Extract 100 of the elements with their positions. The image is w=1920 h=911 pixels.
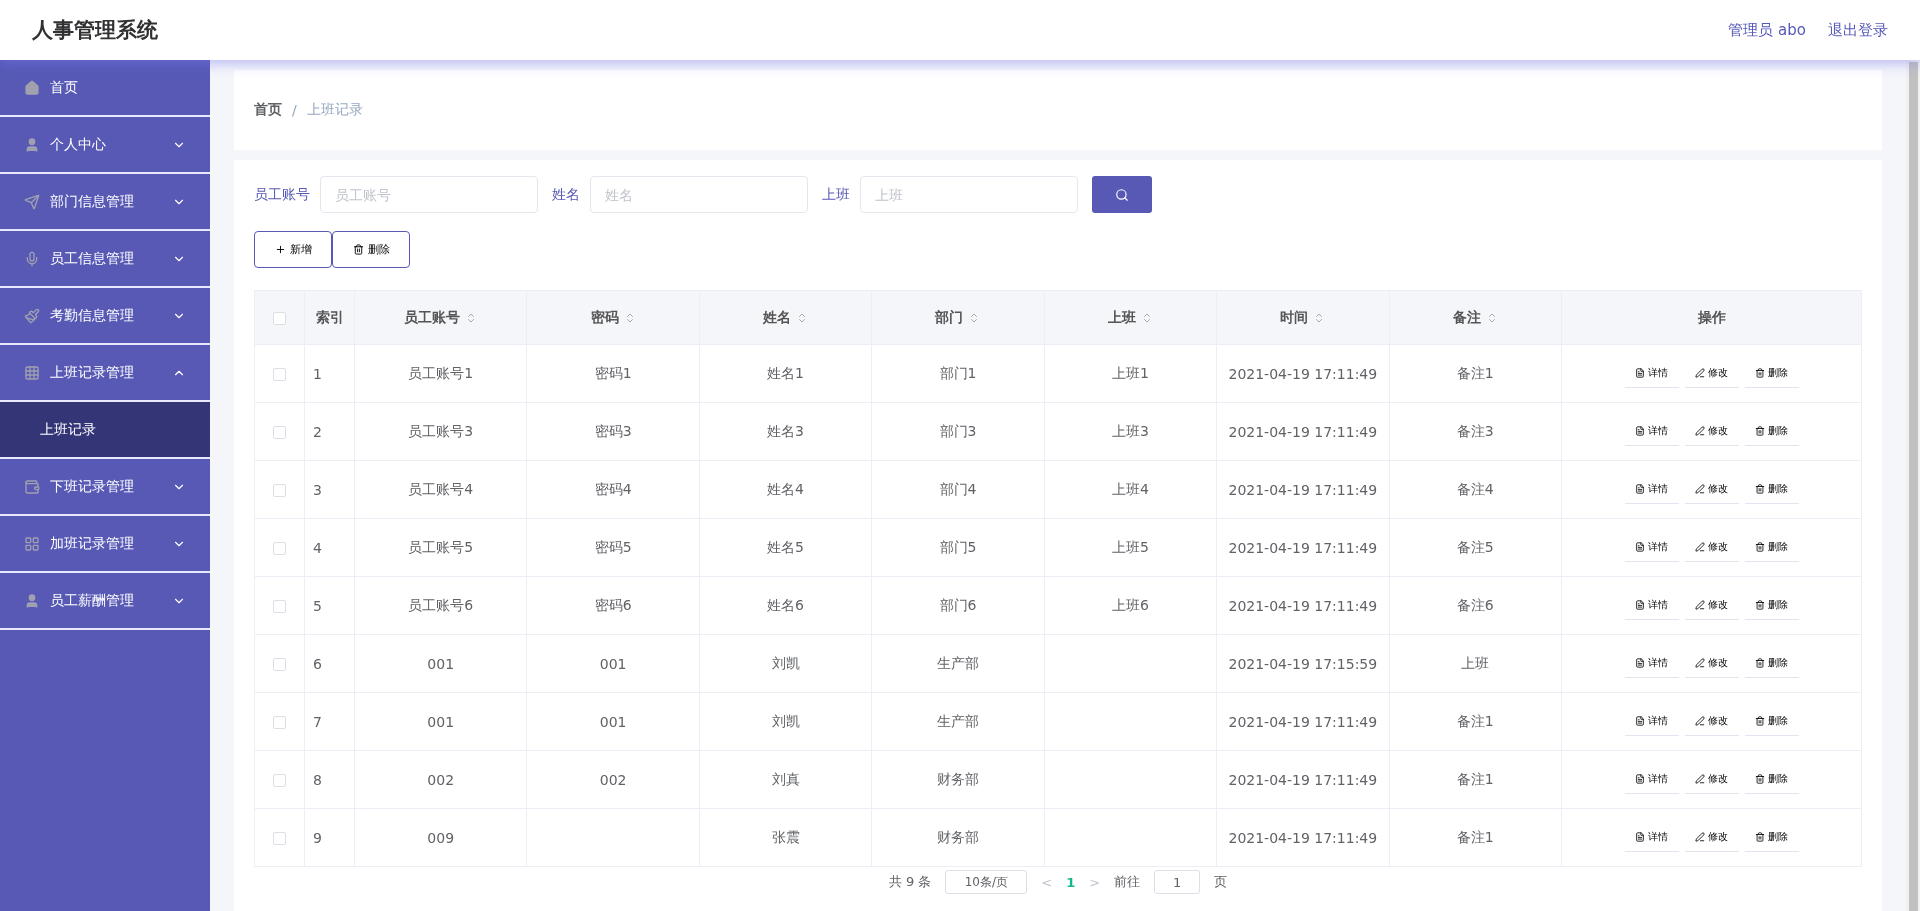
table-cell: 上班3	[1044, 402, 1217, 461]
table-cell: 2021-04-19 17:11:49	[1216, 402, 1390, 461]
table-cell: 财务部	[871, 750, 1045, 809]
add-button[interactable]: 新增	[254, 231, 332, 268]
trash-icon	[1755, 716, 1765, 726]
column-header[interactable]: 时间	[1216, 290, 1390, 345]
goto-label: 前往	[1114, 873, 1141, 891]
column-header[interactable]: 上班	[1044, 290, 1217, 345]
sidebar-item[interactable]: 首页	[0, 60, 210, 117]
sidebar-item[interactable]: 考勤信息管理	[0, 288, 210, 345]
column-header[interactable]: 员工账号	[354, 290, 527, 345]
column-header[interactable]: 部门	[871, 290, 1045, 345]
table-cell: 员工账号1	[354, 344, 527, 403]
apps-icon	[24, 535, 40, 552]
trash-icon	[1755, 832, 1765, 842]
table-cell: 4	[304, 518, 355, 577]
table-cell: 001	[354, 634, 527, 693]
table-cell: 001	[354, 692, 527, 751]
row-checkbox[interactable]	[273, 368, 286, 381]
table-cell: 002	[354, 750, 527, 809]
sidebar-item[interactable]: 个人中心	[0, 117, 210, 174]
breadcrumb-item[interactable]: 首页	[254, 101, 282, 119]
table-cell: 姓名1	[699, 344, 872, 403]
logout-link[interactable]: 退出登录	[1828, 20, 1888, 40]
table-cell: 2021-04-19 17:11:49	[1216, 750, 1390, 809]
column-header[interactable]: 密码	[526, 290, 700, 345]
table-cell: 姓名3	[699, 402, 872, 461]
column-header: 索引	[304, 290, 355, 345]
send-icon	[24, 193, 40, 210]
field-label: 姓名	[552, 185, 580, 204]
row-checkbox[interactable]	[273, 832, 286, 845]
goto-page-input[interactable]: 1	[1154, 870, 1201, 894]
row-checkbox[interactable]	[273, 716, 286, 729]
table-cell: 部门1	[871, 344, 1045, 403]
app-title: 人事管理系统	[32, 17, 158, 44]
pencil-icon	[1695, 484, 1705, 494]
sidebar-item[interactable]: 下班记录管理	[0, 459, 210, 516]
sidebar-item[interactable]: 员工薪酬管理	[0, 573, 210, 630]
document-icon	[1635, 774, 1645, 784]
table-cell: 密码6	[526, 576, 700, 635]
table-cell: 8	[304, 750, 355, 809]
table-cell: 2	[304, 402, 355, 461]
page-suffix: 页	[1214, 873, 1228, 891]
sidebar-item[interactable]: 加班记录管理	[0, 516, 210, 573]
sidebar-subitem[interactable]: 上班记录	[0, 402, 210, 459]
pencil-icon	[1695, 832, 1705, 842]
trash-icon	[1755, 368, 1765, 378]
delete-button[interactable]: 删除	[332, 231, 410, 268]
table-cell: 001	[526, 634, 700, 693]
table-cell: 员工账号6	[354, 576, 527, 635]
table-cell: 2021-04-19 17:15:59	[1216, 634, 1390, 693]
table-cell: 上班	[1389, 634, 1562, 693]
table-cell: 备注6	[1389, 576, 1562, 635]
trash-icon	[1755, 542, 1765, 552]
user-icon	[24, 592, 40, 609]
table-cell: 刘凯	[699, 634, 872, 693]
page-size-select[interactable]: 10条/页	[945, 870, 1028, 894]
table-cell: 上班6	[1044, 576, 1217, 635]
row-checkbox[interactable]	[273, 658, 286, 671]
row-checkbox[interactable]	[273, 542, 286, 555]
row-checkbox[interactable]	[273, 600, 286, 613]
document-icon	[1635, 832, 1645, 842]
document-icon	[1635, 368, 1645, 378]
table-cell: 上班1	[1044, 344, 1217, 403]
table-cell: 密码5	[526, 518, 700, 577]
document-icon	[1635, 658, 1645, 668]
pencil-icon	[1695, 774, 1705, 784]
row-checkbox[interactable]	[273, 426, 286, 439]
search-button[interactable]	[1092, 176, 1152, 213]
document-icon	[1635, 600, 1645, 610]
table-cell: 上班5	[1044, 518, 1217, 577]
table-cell: 3	[304, 460, 355, 519]
table-cell: 2021-04-19 17:11:49	[1216, 344, 1390, 403]
document-icon	[1635, 484, 1645, 494]
wallet-icon	[24, 478, 40, 495]
user-icon	[24, 136, 40, 153]
row-checkbox[interactable]	[273, 774, 286, 787]
table-cell: 姓名6	[699, 576, 872, 635]
trash-icon	[352, 244, 364, 255]
table-cell: 部门6	[871, 576, 1045, 635]
search-input[interactable]: 员工账号	[320, 176, 538, 213]
trash-icon	[1755, 484, 1765, 494]
table-cell: 备注1	[1389, 692, 1562, 751]
sidebar-item[interactable]: 员工信息管理	[0, 231, 210, 288]
pencil-icon	[1695, 368, 1705, 378]
table-cell: 备注1	[1389, 808, 1562, 867]
search-icon	[1115, 187, 1129, 202]
search-input[interactable]: 姓名	[590, 176, 808, 213]
column-header[interactable]: 备注	[1389, 290, 1562, 345]
user-link[interactable]: 管理员 abo	[1728, 20, 1806, 40]
table-cell: 备注5	[1389, 518, 1562, 577]
sidebar-item[interactable]: 部门信息管理	[0, 174, 210, 231]
table-cell: 财务部	[871, 808, 1045, 867]
column-header[interactable]: 姓名	[699, 290, 872, 345]
table-cell: 刘真	[699, 750, 872, 809]
table-cell: 2021-04-19 17:11:49	[1216, 518, 1390, 577]
document-icon	[1635, 542, 1645, 552]
select-all-checkbox[interactable]	[273, 312, 286, 325]
table-cell: 张震	[699, 808, 872, 867]
row-checkbox[interactable]	[273, 484, 286, 497]
